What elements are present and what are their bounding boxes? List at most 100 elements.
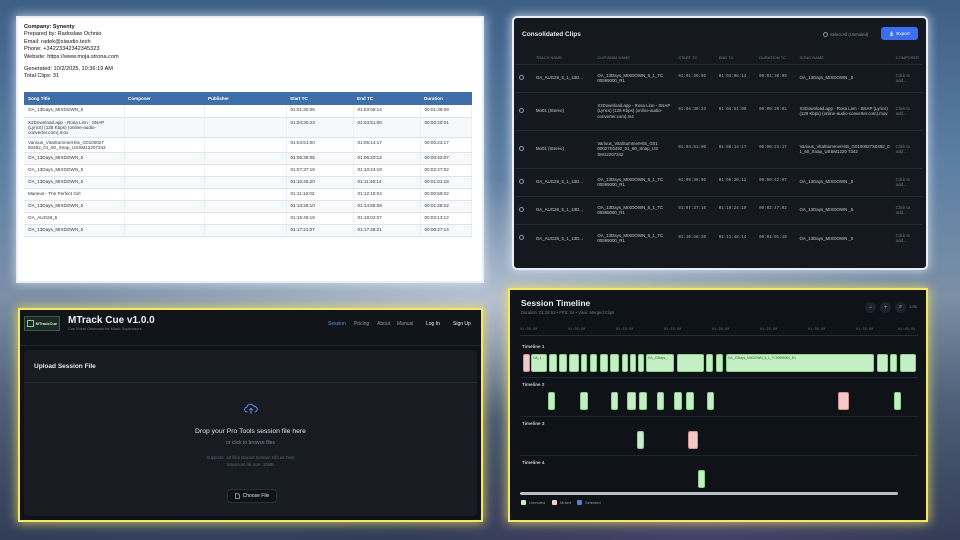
composer-cell[interactable]: Click to add...	[892, 223, 922, 252]
clip-cell: Various_VitalSummerHits_G01 00027S0492_0…	[594, 129, 676, 168]
timeline-clip[interactable]	[627, 392, 636, 410]
report-cell: 01:05:14:17	[353, 137, 421, 153]
fit-button[interactable]: +	[880, 302, 891, 313]
timeline-clip[interactable]	[569, 354, 579, 372]
timeline-clip[interactable]	[677, 354, 704, 372]
report-email: Email: radek@siaudio.tech	[24, 38, 91, 45]
composer-cell[interactable]: Click to add...	[892, 195, 922, 224]
report-col-header: Start TC	[286, 92, 353, 105]
timeline-clip[interactable]	[716, 354, 723, 372]
max-file-size: Maximum file size: 10MB	[227, 462, 274, 467]
report-cell: Various_VitalSummerHits_G0100027 50492_0…	[24, 137, 125, 153]
zoom-in-button[interactable]: ⌕	[895, 302, 906, 313]
timeline-clip[interactable]	[686, 392, 694, 410]
timeline-clip[interactable]	[630, 354, 636, 372]
ruler-tick: 01:20:00	[712, 328, 730, 332]
report-cell: 01:11:16:02	[286, 188, 354, 201]
timeline-clip[interactable]	[523, 354, 530, 372]
clip-cell: X2Download.app - Rosa Linn - SNAP (Lyric…	[594, 91, 676, 130]
clip-row[interactable]: OA_AUG26_5_1_13D... OA_13Days_MIXDOWN_5_1…	[516, 195, 922, 224]
clips-col-header: END TC	[718, 55, 734, 61]
clip-row[interactable]: Mo01 (Stereo) Various_VitalSummerHits_G01…	[516, 129, 922, 168]
timeline-clip[interactable]	[698, 470, 705, 488]
nav-about[interactable]: About	[377, 321, 390, 327]
timeline-clip[interactable]: OA_13Days_MIXDOWN_5_1_TC00595000_R1	[726, 354, 874, 372]
report-cell: 01:05:38:05	[286, 152, 354, 165]
ruler-tick: 01:30:00	[808, 328, 826, 332]
timeline-clip[interactable]	[610, 354, 619, 372]
clip-cell: 00:00:23:17	[756, 129, 797, 168]
timeline-clip[interactable]	[548, 392, 555, 410]
timeline-clip[interactable]	[611, 392, 618, 410]
timeline-clip[interactable]	[622, 354, 628, 372]
clip-label: OA_13Days_MIXDOWN_5_1_TC00595000_R1	[728, 356, 796, 360]
clip-row[interactable]: OA_AUG26_5_1_13D... OA_13Days_MIXDOWN_5_1…	[516, 63, 922, 92]
report-cell: 01:06:20:12	[353, 152, 421, 165]
clip-cell: 00:01:01:18	[756, 223, 797, 252]
timeline-clip[interactable]	[549, 354, 557, 372]
timeline-clip[interactable]	[600, 354, 608, 372]
clip-row[interactable]: OA_AUG26_5_1_13D... OA_13Days_MIXDOWN_5_1…	[516, 167, 922, 196]
clip-cell: OA_13Days_MIXDOWN_5_1_TC 00595000_R1	[594, 63, 676, 92]
composer-cell[interactable]: Click to add...	[892, 91, 922, 130]
composer-cell[interactable]: Click to add...	[892, 129, 922, 168]
timeline-scrollbar[interactable]	[520, 492, 898, 495]
report-cell	[204, 152, 287, 165]
timeline-clip[interactable]	[639, 392, 647, 410]
timeline-clip[interactable]	[581, 354, 587, 372]
row-select[interactable]	[516, 91, 533, 130]
choose-file-button[interactable]: Choose File	[227, 489, 277, 503]
timeline-clip[interactable]	[706, 354, 713, 372]
export-button[interactable]: Export	[881, 27, 918, 40]
zoom-level: 1.0x	[909, 304, 917, 309]
report-cell: OA_13Days_MIXDOWN_5	[24, 152, 125, 165]
composer-cell[interactable]: Click to add...	[892, 63, 922, 92]
ruler-tick: 01:25:00	[760, 328, 778, 332]
nav-login[interactable]: Log In	[426, 321, 440, 327]
timeline-clip[interactable]	[688, 431, 698, 449]
nav-pricing[interactable]: Pricing	[354, 321, 369, 327]
timeline-clip[interactable]	[838, 392, 849, 410]
timeline-clip[interactable]: OA_13Days_...	[646, 354, 674, 372]
timeline-clip[interactable]	[674, 392, 682, 410]
report-cell: 01:10:24:19	[353, 164, 421, 177]
timeline-clip[interactable]	[580, 392, 588, 410]
composer-cell[interactable]: Click to add...	[892, 167, 922, 196]
nav-session[interactable]: Session	[328, 321, 346, 327]
select-all-toggle[interactable]: Select All (Unmuted)	[823, 32, 868, 38]
row-select[interactable]	[516, 129, 533, 168]
timeline-clip[interactable]	[638, 354, 644, 372]
row-select[interactable]	[516, 223, 533, 252]
timeline-clip[interactable]	[637, 431, 644, 449]
clip-row[interactable]: OA_AUG26_5_1_13D... OA_13Days_MIXDOWN_5_1…	[516, 223, 922, 252]
clip-row[interactable]: Mo01 (Stereo) X2Download.app - Rosa Linn …	[516, 91, 922, 130]
row-select[interactable]	[516, 167, 533, 196]
timeline-clip[interactable]	[900, 354, 916, 372]
drop-zone[interactable]: Drop your Pro Tools session file here or…	[24, 382, 477, 516]
clip-cell: 01:10:46:20	[675, 223, 716, 252]
report-cell: 01:13:26:10	[286, 200, 354, 213]
row-select[interactable]	[516, 195, 533, 224]
timeline-clip[interactable]	[894, 392, 901, 410]
report-cell	[204, 105, 287, 118]
clips-col-header	[516, 52, 533, 64]
drop-zone-subtitle: or click to browse files	[226, 440, 275, 446]
nav-manual[interactable]: Manual	[397, 321, 413, 327]
app-logo[interactable]: MTrackCue	[24, 316, 60, 331]
timeline-clip[interactable]	[590, 354, 597, 372]
report-col-header: Song Title	[24, 92, 124, 105]
timeline-clip[interactable]: OA_1...	[531, 354, 547, 372]
timeline-clip[interactable]	[559, 354, 567, 372]
lane-divider	[520, 455, 918, 456]
timeline-clip[interactable]	[657, 392, 664, 410]
timeline-clip[interactable]	[707, 392, 714, 410]
report-row: OA_13Days_MIXDOWN_5 01:05:38:05 01:06:20:1…	[24, 152, 472, 165]
timeline-clip[interactable]	[877, 354, 888, 372]
clip-cell: 00:02:47:02	[756, 195, 797, 224]
row-select[interactable]	[516, 63, 533, 92]
legend-label: Muted	[560, 500, 572, 505]
timeline-clip[interactable]	[890, 354, 897, 372]
zoom-out-button[interactable]: −	[865, 302, 876, 313]
nav-signup[interactable]: Sign Up	[453, 321, 471, 327]
report-total-clips: Total Clips: 31	[24, 73, 60, 80]
